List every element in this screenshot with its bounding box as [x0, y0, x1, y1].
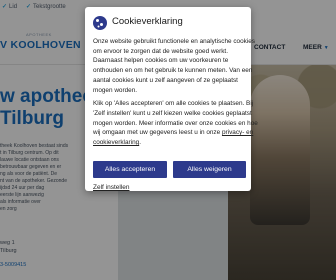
body-text-line: aantal cookies kunt u zelf aangeven of z… — [93, 76, 238, 84]
reject-all-button[interactable]: Alles weigeren — [173, 161, 246, 178]
body-text-line: Klik op 'Alles accepteren' om alle cooki… — [93, 100, 254, 108]
body-text-line: Daarnaast helpen cookies om uw voorkeure… — [93, 57, 229, 65]
body-text-line: wij omgaan met uw gegevens leest u in on… — [93, 129, 254, 137]
body-text-line: mogen worden. — [93, 86, 138, 94]
privacy-policy-link-continued[interactable]: cookieverklaring — [93, 139, 139, 146]
body-text-line: 'Zelf instellen' kunt u zelf kiezen welk… — [93, 109, 252, 117]
body-text-line: onthouden en om het gebruik te kunnen me… — [93, 67, 253, 75]
dialog-title: Cookieverklaring — [112, 16, 183, 27]
cookie-icon — [93, 16, 107, 30]
body-text-line: mogen worden. Meer informatie over onze … — [93, 119, 258, 127]
accept-all-button[interactable]: Alles accepteren — [93, 161, 167, 178]
body-text-line: Onze website gebruikt functionele en ana… — [93, 38, 255, 45]
dialog-body: Onze website gebruikt functionele en ana… — [93, 37, 258, 148]
privacy-policy-link[interactable]: privacy- en — [222, 129, 253, 136]
body-text-line: om ervoor te zorgen dat de website goed … — [93, 47, 228, 55]
custom-settings-link[interactable]: Zelf instellen — [93, 184, 130, 191]
cookie-consent-dialog: Cookieverklaring Onze website gebruikt f… — [85, 7, 258, 191]
body-text-line: cookieverklaring. — [93, 139, 141, 147]
